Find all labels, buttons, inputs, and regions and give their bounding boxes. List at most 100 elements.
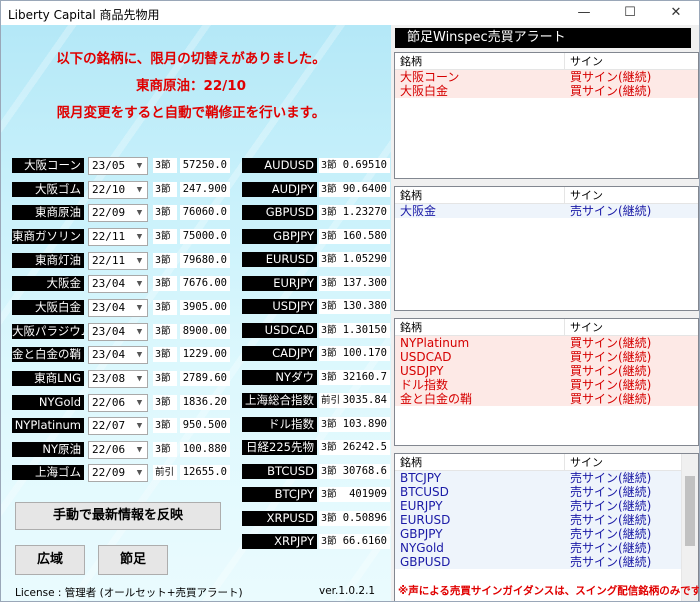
column-divider[interactable]: [564, 319, 565, 336]
price-value: 137.300: [340, 276, 390, 291]
month-select[interactable]: 22/09 ▼: [88, 204, 148, 222]
alert-row-sign: 買サイン(継続): [570, 84, 652, 98]
setting-value: 3節: [153, 371, 177, 386]
month-select[interactable]: 22/11 ▼: [88, 228, 148, 246]
month-select[interactable]: 23/04 ▼: [88, 275, 148, 293]
refresh-button[interactable]: 手動で最新情報を反映: [15, 502, 221, 530]
alert-list[interactable]: 銘柄 サイン 大阪金 売サイン(継続): [394, 186, 699, 311]
instrument-label: NYダウ: [242, 370, 317, 385]
chevron-down-icon[interactable]: ▼: [132, 229, 147, 245]
month-select[interactable]: 22/06 ▼: [88, 394, 148, 412]
alert-row[interactable]: EURUSD 売サイン(継続): [395, 513, 681, 527]
alert-row-name: USDCAD: [400, 350, 452, 364]
alert-row[interactable]: 金と白金の鞘 買サイン(継続): [395, 392, 698, 406]
alert-row-name: EURJPY: [400, 499, 443, 513]
alert-row[interactable]: 大阪白金 買サイン(継続): [395, 84, 698, 98]
instrument-label: USDCAD: [242, 323, 317, 338]
price-value: 30768.6: [340, 464, 390, 479]
price-value: 76060.0: [180, 205, 230, 220]
commodity-label: 大阪金: [12, 276, 84, 291]
commodity-label: 大阪白金: [12, 300, 84, 315]
column-sign-header[interactable]: サイン: [570, 454, 603, 471]
vertical-scrollbar[interactable]: [681, 454, 698, 601]
chevron-down-icon[interactable]: ▼: [132, 465, 147, 481]
month-select[interactable]: 22/09 ▼: [88, 464, 148, 482]
month-value: 23/04: [92, 277, 126, 290]
chevron-down-icon[interactable]: ▼: [132, 418, 147, 434]
column-divider[interactable]: [564, 53, 565, 70]
month-select[interactable]: 22/07 ▼: [88, 417, 148, 435]
price-value: 0.69510: [340, 158, 390, 173]
column-name-header[interactable]: 銘柄: [400, 53, 422, 70]
column-name-header[interactable]: 銘柄: [400, 454, 422, 471]
alert-row-sign: 買サイン(継続): [570, 350, 652, 364]
column-sign-header[interactable]: サイン: [570, 53, 603, 70]
chevron-down-icon[interactable]: ▼: [132, 182, 147, 198]
price-value: 1.23270: [340, 205, 390, 220]
alert-row[interactable]: EURJPY 売サイン(継続): [395, 499, 681, 513]
chevron-down-icon[interactable]: ▼: [132, 347, 147, 363]
alert-row[interactable]: NYGold 売サイン(継続): [395, 541, 681, 555]
instrument-label: AUDJPY: [242, 182, 317, 197]
alert-row[interactable]: GBPJPY 売サイン(継続): [395, 527, 681, 541]
alert-row[interactable]: BTCUSD 売サイン(継続): [395, 485, 681, 499]
month-value: 22/09: [92, 206, 126, 219]
setting-value: 3節: [153, 324, 177, 339]
instrument-label: EURUSD: [242, 252, 317, 267]
column-divider[interactable]: [564, 187, 565, 204]
chevron-down-icon[interactable]: ▼: [132, 253, 147, 269]
window-title: Liberty Capital 商品先物用: [8, 8, 160, 22]
column-sign-header[interactable]: サイン: [570, 319, 603, 336]
chevron-down-icon[interactable]: ▼: [132, 371, 147, 387]
column-name-header[interactable]: 銘柄: [400, 187, 422, 204]
maximize-button[interactable]: ☐: [607, 1, 653, 25]
close-button[interactable]: ✕: [653, 1, 699, 25]
column-sign-header[interactable]: サイン: [570, 187, 603, 204]
month-select[interactable]: 23/05 ▼: [88, 157, 148, 175]
alert-row[interactable]: ドル指数 買サイン(継続): [395, 378, 698, 392]
price-value: 32160.7: [340, 370, 390, 385]
alert-row[interactable]: USDJPY 買サイン(継続): [395, 364, 698, 378]
alert-row-sign: 売サイン(継続): [570, 471, 652, 485]
alert-row-name: GBPJPY: [400, 527, 443, 541]
alert-header: 節足Winspec売買アラート: [395, 28, 691, 48]
alert-row[interactable]: BTCJPY 売サイン(継続): [395, 471, 681, 485]
alert-list[interactable]: 銘柄 サイン 大阪コーン 買サイン(継続) 大阪白金 買サイン(継続): [394, 52, 699, 179]
column-divider[interactable]: [564, 454, 565, 471]
wide-area-button[interactable]: 広域: [15, 545, 85, 575]
price-value: 2789.60: [180, 371, 230, 386]
month-value: 22/10: [92, 183, 126, 196]
month-select[interactable]: 23/04 ▼: [88, 346, 148, 364]
chevron-down-icon[interactable]: ▼: [132, 205, 147, 221]
title-bar[interactable]: Liberty Capital 商品先物用 — ☐ ✕: [1, 1, 699, 25]
alert-list[interactable]: 銘柄 サイン BTCJPY 売サイン(継続) BTCUSD 売サイン(継続) EURJPY…: [394, 453, 699, 601]
month-select[interactable]: 23/04 ▼: [88, 299, 148, 317]
chevron-down-icon[interactable]: ▼: [132, 158, 147, 174]
alert-row[interactable]: GBPUSD 売サイン(継続): [395, 555, 681, 569]
minimize-button[interactable]: —: [561, 1, 607, 25]
scrollbar-thumb[interactable]: [685, 476, 695, 546]
alert-row[interactable]: USDCAD 買サイン(継続): [395, 350, 698, 364]
chevron-down-icon[interactable]: ▼: [132, 324, 147, 340]
chevron-down-icon[interactable]: ▼: [132, 442, 147, 458]
license-text: License : 管理者 (オールセット+売買アラート): [15, 587, 243, 599]
month-select[interactable]: 22/10 ▼: [88, 181, 148, 199]
month-select[interactable]: 22/11 ▼: [88, 252, 148, 270]
alert-row[interactable]: 大阪金 売サイン(継続): [395, 204, 698, 218]
commodity-label: 東商灯油: [12, 253, 84, 268]
alert-row[interactable]: NYPlatinum 買サイン(継続): [395, 336, 698, 350]
price-value: 90.6400: [340, 182, 390, 197]
instrument-label: AUDUSD: [242, 158, 317, 173]
setsu-button[interactable]: 節足: [98, 545, 168, 575]
chevron-down-icon[interactable]: ▼: [132, 300, 147, 316]
chevron-down-icon[interactable]: ▼: [132, 276, 147, 292]
month-select[interactable]: 22/06 ▼: [88, 441, 148, 459]
month-select[interactable]: 23/08 ▼: [88, 370, 148, 388]
alert-list[interactable]: 銘柄 サイン NYPlatinum 買サイン(継続) USDCAD 買サイン(継続) US…: [394, 318, 699, 446]
chevron-down-icon[interactable]: ▼: [132, 395, 147, 411]
price-value: 100.880: [180, 442, 230, 457]
price-value: 103.890: [340, 417, 390, 432]
alert-row[interactable]: 大阪コーン 買サイン(継続): [395, 70, 698, 84]
month-select[interactable]: 23/04 ▼: [88, 323, 148, 341]
column-name-header[interactable]: 銘柄: [400, 319, 422, 336]
